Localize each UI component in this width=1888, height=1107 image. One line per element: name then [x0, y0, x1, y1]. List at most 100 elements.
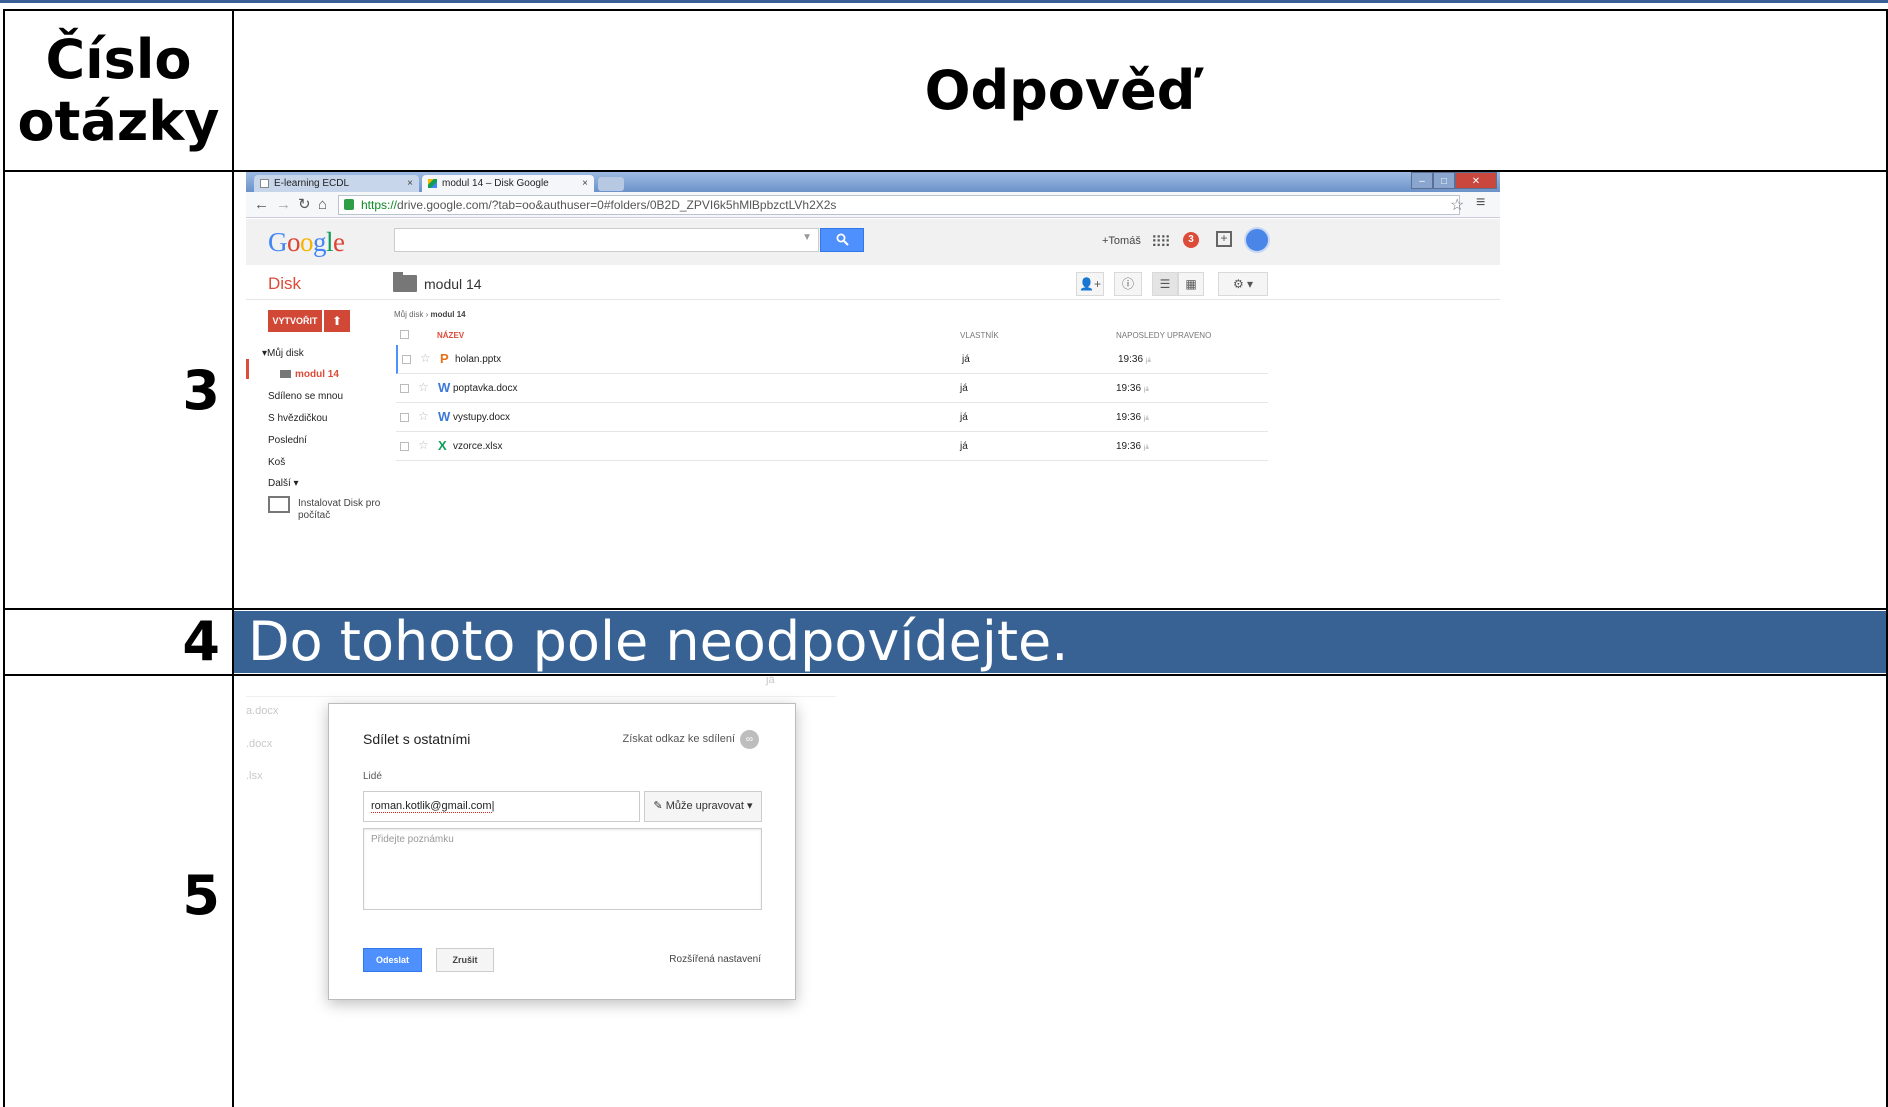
notification-badge[interactable]: 3	[1183, 232, 1199, 248]
apps-grid-icon[interactable]: ⠿⠿	[1151, 233, 1171, 251]
browser-tab[interactable]: E-learning ECDL ×	[254, 175, 419, 192]
sidebar-item-more[interactable]: Další ▾	[268, 478, 299, 489]
top-rule	[0, 0, 1888, 3]
close-icon[interactable]: ×	[407, 175, 413, 192]
sidebar-item-starred[interactable]: S hvězdičkou	[268, 413, 327, 424]
file-name[interactable]: poptavka.docx	[453, 383, 518, 394]
home-icon[interactable]: ⌂	[318, 195, 327, 215]
sidebar-item-label: modul 14	[295, 369, 339, 380]
avatar[interactable]	[1244, 227, 1270, 253]
question-number: 5	[3, 674, 234, 1107]
user-link[interactable]: +Tomáš	[1102, 235, 1141, 247]
sidebar-item-trash[interactable]: Koš	[268, 457, 285, 468]
sidebar-item-shared[interactable]: Sdíleno se mnou	[268, 391, 343, 402]
advanced-settings-link[interactable]: Rozšířená nastavení	[669, 954, 761, 965]
drive-icon	[428, 179, 437, 188]
file-type-icon: P	[440, 351, 449, 366]
file-row[interactable]: ☆ Xvzorce.xlsx já 19:36 já	[396, 432, 1268, 461]
settings-gear-icon[interactable]: ⚙ ▾	[1218, 272, 1268, 296]
file-row[interactable]: ☆ Wvystupy.docx já 19:36 já	[396, 403, 1268, 432]
answer-cell: E-learning ECDL × modul 14 – Disk Google…	[232, 170, 1888, 610]
computer-icon[interactable]	[268, 496, 290, 513]
file-type-icon: X	[438, 438, 447, 453]
close-icon[interactable]: ×	[582, 175, 588, 192]
file-modified: 19:36 já	[1118, 354, 1151, 365]
bookmark-star-icon[interactable]: ☆	[1450, 195, 1464, 215]
column-header-owner[interactable]: VLASTNÍK	[960, 331, 999, 340]
breadcrumb-separator: ›	[425, 310, 429, 319]
search-button[interactable]	[820, 228, 864, 252]
file-name[interactable]: vystupy.docx	[453, 412, 510, 423]
address-bar-row: ← → ↻ ⌂ https://drive.google.com/?tab=oo…	[246, 192, 1500, 218]
drive-header: Disk modul 14 👤+ ⓘ ☰ ▦ ⚙ ▾	[246, 266, 1500, 300]
send-button[interactable]: Odeslat	[363, 948, 422, 972]
row-checkbox[interactable]	[400, 442, 409, 451]
add-person-icon[interactable]: 👤+	[1076, 272, 1104, 296]
modified-time: 19:36	[1116, 383, 1142, 394]
page: Číslootázky Odpověď 3 E-learning ECDL ×	[0, 0, 1888, 1107]
file-name[interactable]: holan.pptx	[455, 354, 501, 365]
select-all-checkbox[interactable]	[400, 330, 409, 339]
share-box-icon[interactable]: +	[1216, 231, 1232, 247]
create-button[interactable]: VYTVOŘIT	[268, 310, 322, 332]
modified-time: 19:36	[1116, 412, 1142, 423]
minimize-button[interactable]: –	[1411, 173, 1433, 189]
search-input[interactable]: ▼	[394, 228, 819, 252]
column-header-modified[interactable]: NAPOSLEDY UPRAVENO	[1116, 331, 1211, 340]
get-link-label[interactable]: Získat odkaz ke sdílení	[623, 733, 736, 745]
permission-label: Může upravovat	[665, 800, 744, 812]
url-text: drive.google.com/?tab=oo&authuser=0#fold…	[397, 198, 837, 212]
modified-by: já	[1144, 416, 1149, 422]
column-header-name[interactable]: NÁZEV	[437, 331, 464, 340]
upload-icon[interactable]: ⬆	[324, 310, 350, 332]
sidebar-item-my-drive[interactable]: ▾Můj disk	[262, 348, 304, 359]
close-window-button[interactable]: ✕	[1455, 173, 1497, 189]
star-icon[interactable]: ☆	[418, 380, 429, 394]
sidebar-item-current-folder[interactable]: modul 14	[280, 369, 339, 380]
table-row: 3 E-learning ECDL × modul 14 – Disk Goog…	[3, 170, 1888, 610]
back-icon[interactable]: ←	[254, 195, 269, 215]
email-field[interactable]: roman.kotlik@gmail.com|	[363, 791, 640, 822]
link-icon[interactable]: ∞	[740, 730, 759, 749]
row-checkbox[interactable]	[400, 384, 409, 393]
row-checkbox[interactable]	[400, 413, 409, 422]
star-icon[interactable]: ☆	[420, 351, 431, 365]
file-name[interactable]: vzorce.xlsx	[453, 441, 502, 452]
info-icon[interactable]: ⓘ	[1114, 272, 1142, 296]
modified-time: 19:36	[1118, 354, 1144, 365]
app-title[interactable]: Disk	[268, 274, 301, 294]
address-bar[interactable]: https://drive.google.com/?tab=oo&authuse…	[338, 195, 1460, 215]
modified-by: já	[1146, 358, 1151, 364]
star-icon[interactable]: ☆	[418, 409, 429, 423]
maximize-button[interactable]: □	[1433, 173, 1455, 189]
menu-icon[interactable]: ≡	[1476, 194, 1485, 212]
grid-view-icon[interactable]: ▦	[1178, 272, 1204, 296]
list-view-icon[interactable]: ☰	[1152, 272, 1178, 296]
permission-dropdown[interactable]: ✎ Může upravovat ▾	[644, 791, 762, 822]
google-bar: Google ▼ +Tomáš ⠿⠿ 3 +	[246, 219, 1500, 265]
folder-icon	[280, 370, 291, 378]
file-row[interactable]: ☆ Wpoptavka.docx já 19:36 já	[396, 374, 1268, 403]
question-number-header: Číslo otázky	[3, 9, 234, 172]
browser-tab-active[interactable]: modul 14 – Disk Google ×	[422, 175, 594, 192]
file-modified: 19:36 já	[1116, 383, 1149, 394]
cancel-button[interactable]: Zrušit	[436, 948, 494, 972]
reload-icon[interactable]: ↻	[298, 195, 311, 215]
file-type-icon: W	[438, 380, 451, 395]
breadcrumb-root[interactable]: Můj disk	[394, 310, 423, 319]
sidebar-item-recent[interactable]: Poslední	[268, 435, 307, 446]
install-drive-link[interactable]: Instalovat Disk pro počítač	[298, 498, 388, 522]
table-row: 4 Do tohoto pole neodpovídejte.	[3, 608, 1888, 676]
google-logo[interactable]: Google	[268, 227, 345, 258]
dropdown-icon[interactable]: ▼	[802, 232, 812, 243]
forward-icon[interactable]: →	[276, 195, 291, 215]
new-tab-button[interactable]	[598, 177, 624, 191]
file-modified: 19:36 já	[1116, 412, 1149, 423]
divider	[246, 696, 836, 697]
question-number: 3	[3, 170, 234, 610]
star-icon[interactable]: ☆	[418, 438, 429, 452]
folder-title: modul 14	[424, 276, 482, 292]
row-checkbox[interactable]	[402, 355, 411, 364]
note-textarea[interactable]: Přidejte poznámku	[363, 828, 762, 910]
file-row[interactable]: ☆ Pholan.pptx já 19:36 já	[396, 345, 1268, 374]
